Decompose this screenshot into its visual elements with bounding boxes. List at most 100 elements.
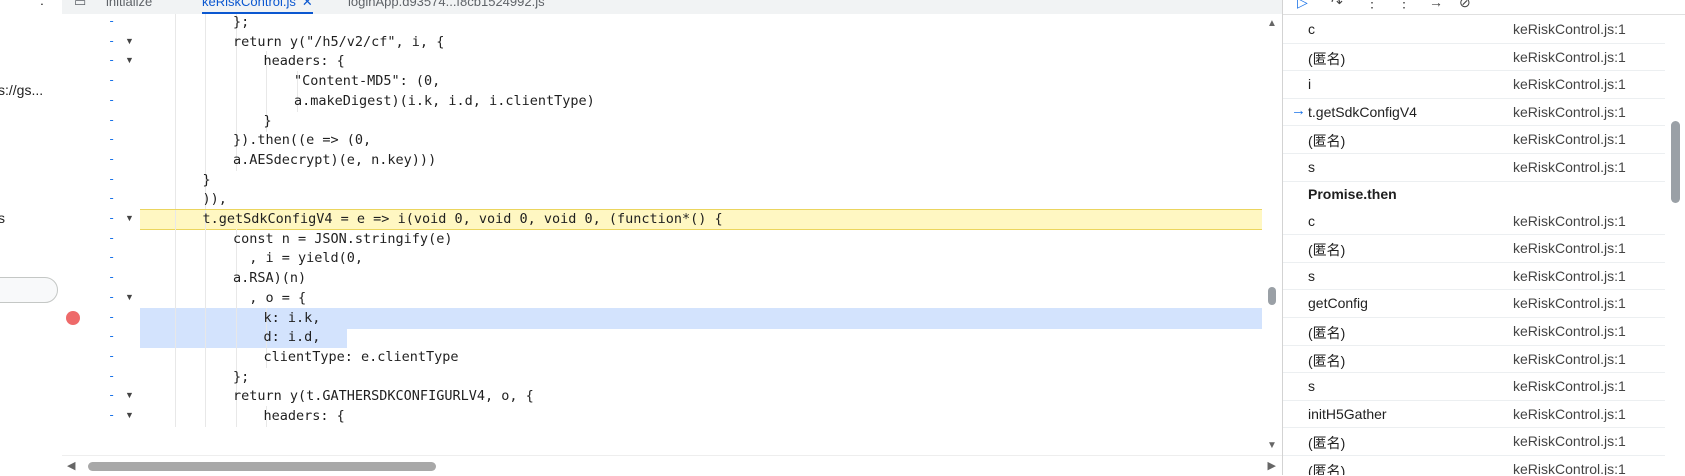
gutter-line[interactable]: - (62, 91, 140, 112)
call-frame[interactable]: (匿名) keRiskControl.js:1 (1283, 318, 1665, 346)
code-line[interactable]: headers: { (140, 51, 1262, 73)
call-frame[interactable]: (匿名) keRiskControl.js:1 (1283, 235, 1665, 263)
deactivate-breakpoints-icon[interactable]: ⊘ (1459, 0, 1471, 11)
call-frame[interactable]: s keRiskControl.js:1 (1283, 154, 1665, 182)
code-line[interactable]: )), (140, 189, 1262, 211)
call-frame[interactable]: (匿名) keRiskControl.js:1 (1283, 126, 1665, 154)
call-frame[interactable]: (匿名) keRiskControl.js:1 (1283, 346, 1665, 374)
frame-location[interactable]: keRiskControl.js:1 (1513, 433, 1626, 449)
scroll-thumb[interactable] (1268, 287, 1276, 305)
frame-location[interactable]: keRiskControl.js:1 (1513, 49, 1626, 65)
frame-location[interactable]: keRiskControl.js:1 (1513, 378, 1626, 394)
fold-icon[interactable]: ▼ (125, 55, 134, 65)
gutter-line[interactable]: - ▼ (62, 209, 140, 230)
editor-vertical-scrollbar[interactable]: ▲ ▼ (1262, 14, 1282, 455)
call-frame[interactable]: s keRiskControl.js:1 (1283, 373, 1665, 401)
code-line[interactable]: a.AESdecrypt)(e, n.key))) (140, 149, 1262, 171)
line-gutter[interactable]: - - ▼ - ▼ - - - - - - - - ▼ - - - - ▼ - - - - - ▼ - ▼ (62, 14, 140, 455)
code-line[interactable]: }; (140, 14, 1262, 33)
gutter-line[interactable]: - (62, 170, 140, 191)
gutter-line[interactable]: - ▼ (62, 51, 140, 72)
code-line[interactable]: headers: { (140, 406, 1262, 427)
step-into-icon[interactable]: ⋮ (1365, 0, 1379, 11)
step-icon[interactable]: → (1429, 0, 1443, 10)
code-line[interactable]: , o = { (140, 287, 1262, 309)
frame-location[interactable]: keRiskControl.js:1 (1513, 461, 1626, 475)
frame-location[interactable]: keRiskControl.js:1 (1513, 268, 1626, 284)
frame-location[interactable]: keRiskControl.js:1 (1513, 76, 1626, 92)
fold-icon[interactable]: ▼ (125, 410, 134, 420)
scroll-right-icon[interactable]: ▶ (1268, 459, 1276, 472)
call-frame[interactable]: getConfig keRiskControl.js:1 (1283, 290, 1665, 318)
scroll-up-icon[interactable]: ▲ (1267, 18, 1277, 29)
gutter-line[interactable]: - (62, 268, 140, 289)
scroll-down-icon[interactable]: ▼ (1267, 440, 1277, 451)
code-line[interactable]: return y(t.GATHERSDKCONFIGURLV4, o, { (140, 386, 1262, 408)
sidebar-scrollbar[interactable] (1665, 16, 1685, 475)
gutter-line[interactable]: - (62, 71, 140, 92)
sidebar-scroll-thumb[interactable] (1671, 121, 1680, 203)
fold-icon[interactable]: ▼ (125, 213, 134, 223)
fold-icon[interactable]: ▼ (125, 390, 134, 400)
call-frame[interactable]: s keRiskControl.js:1 (1283, 263, 1665, 291)
call-frame[interactable]: (匿名) keRiskControl.js:1 (1283, 44, 1665, 72)
frame-location[interactable]: keRiskControl.js:1 (1513, 240, 1626, 256)
breakpoint-icon[interactable] (66, 310, 80, 325)
gutter-line[interactable]: - (62, 189, 140, 210)
code-line[interactable]: "Content-MD5": (0, (140, 71, 1262, 93)
gutter-line[interactable]: - (62, 130, 140, 151)
gutter-line[interactable]: - (62, 150, 140, 171)
step-over-icon[interactable]: ↷ (1331, 0, 1343, 11)
resume-icon[interactable]: ▷ (1297, 0, 1308, 11)
frame-location[interactable]: keRiskControl.js:1 (1513, 213, 1626, 229)
gutter-line[interactable]: - ▼ (62, 288, 140, 309)
paused-code-line[interactable]: t.getSdkConfigV4 = e => i(void 0, void 0… (140, 209, 1262, 230)
frame-location[interactable]: keRiskControl.js:1 (1513, 131, 1626, 147)
gutter-line[interactable]: - (62, 248, 140, 269)
code-line[interactable]: return y("/h5/v2/cf", i, { (140, 31, 1262, 53)
gutter-line[interactable]: - ▼ (62, 406, 140, 427)
code-line[interactable]: }).then((e => (0, (140, 130, 1262, 152)
call-frame[interactable]: (匿名) keRiskControl.js:1 (1283, 428, 1665, 456)
step-out-icon[interactable]: ⋮ (1397, 0, 1411, 11)
close-icon[interactable]: ✕ (302, 0, 313, 9)
call-frame[interactable]: c keRiskControl.js:1 (1283, 16, 1665, 44)
editor-horizontal-scrollbar[interactable]: ◀ ▶ (62, 455, 1282, 476)
code-line[interactable]: clientType: e.clientType (140, 346, 1262, 368)
code-line[interactable]: } (140, 110, 1262, 132)
gutter-line[interactable]: - ▼ (62, 32, 140, 53)
frame-location[interactable]: keRiskControl.js:1 (1513, 323, 1626, 339)
code-line[interactable]: k: i.k, (140, 307, 1262, 329)
frame-location[interactable]: keRiskControl.js:1 (1513, 104, 1626, 120)
frame-location[interactable]: keRiskControl.js:1 (1513, 406, 1626, 422)
tab-initialize[interactable]: initialize (106, 0, 152, 9)
code-line[interactable]: const n = JSON.stringify(e) (140, 228, 1262, 250)
fold-icon[interactable]: ▼ (125, 36, 134, 46)
scroll-left-icon[interactable]: ◀ (67, 459, 75, 472)
gutter-line[interactable]: - (62, 14, 140, 33)
call-frame[interactable]: → t.getSdkConfigV4 keRiskControl.js:1 (1283, 99, 1665, 127)
fold-icon[interactable]: ▼ (125, 292, 134, 302)
gutter-line[interactable]: - (62, 308, 140, 329)
code-line[interactable]: , i = yield(0, (140, 248, 1262, 270)
left-url-fragment[interactable]: s://gs... (0, 82, 43, 98)
gutter-line[interactable]: - (62, 111, 140, 132)
code-editor[interactable]: - - ▼ - ▼ - - - - - - - - ▼ - - - - ▼ - - - - - ▼ - ▼ }; return y("… (62, 14, 1282, 455)
frame-location[interactable]: keRiskControl.js:1 (1513, 159, 1626, 175)
horizontal-scroll-thumb[interactable] (88, 462, 436, 471)
gutter-line[interactable]: - (62, 347, 140, 368)
gutter-line[interactable]: - (62, 327, 140, 348)
frame-location[interactable]: keRiskControl.js:1 (1513, 351, 1626, 367)
frame-location[interactable]: keRiskControl.js:1 (1513, 295, 1626, 311)
left-filter-input[interactable] (0, 277, 58, 303)
code-line[interactable]: } (140, 169, 1262, 191)
code-line[interactable]: a.makeDigest)(i.k, i.d, i.clientType) (140, 90, 1262, 112)
code-line[interactable]: a.RSA)(n) (140, 268, 1262, 290)
gutter-line[interactable]: - ▼ (62, 386, 140, 407)
gutter-line[interactable]: - (62, 367, 140, 388)
frame-location[interactable]: keRiskControl.js:1 (1513, 21, 1626, 37)
gutter-line[interactable]: - (62, 229, 140, 250)
call-frame[interactable]: i keRiskControl.js:1 (1283, 71, 1665, 99)
code-line[interactable]: d: i.d, (140, 327, 347, 349)
code-line[interactable]: }; (140, 366, 1262, 388)
